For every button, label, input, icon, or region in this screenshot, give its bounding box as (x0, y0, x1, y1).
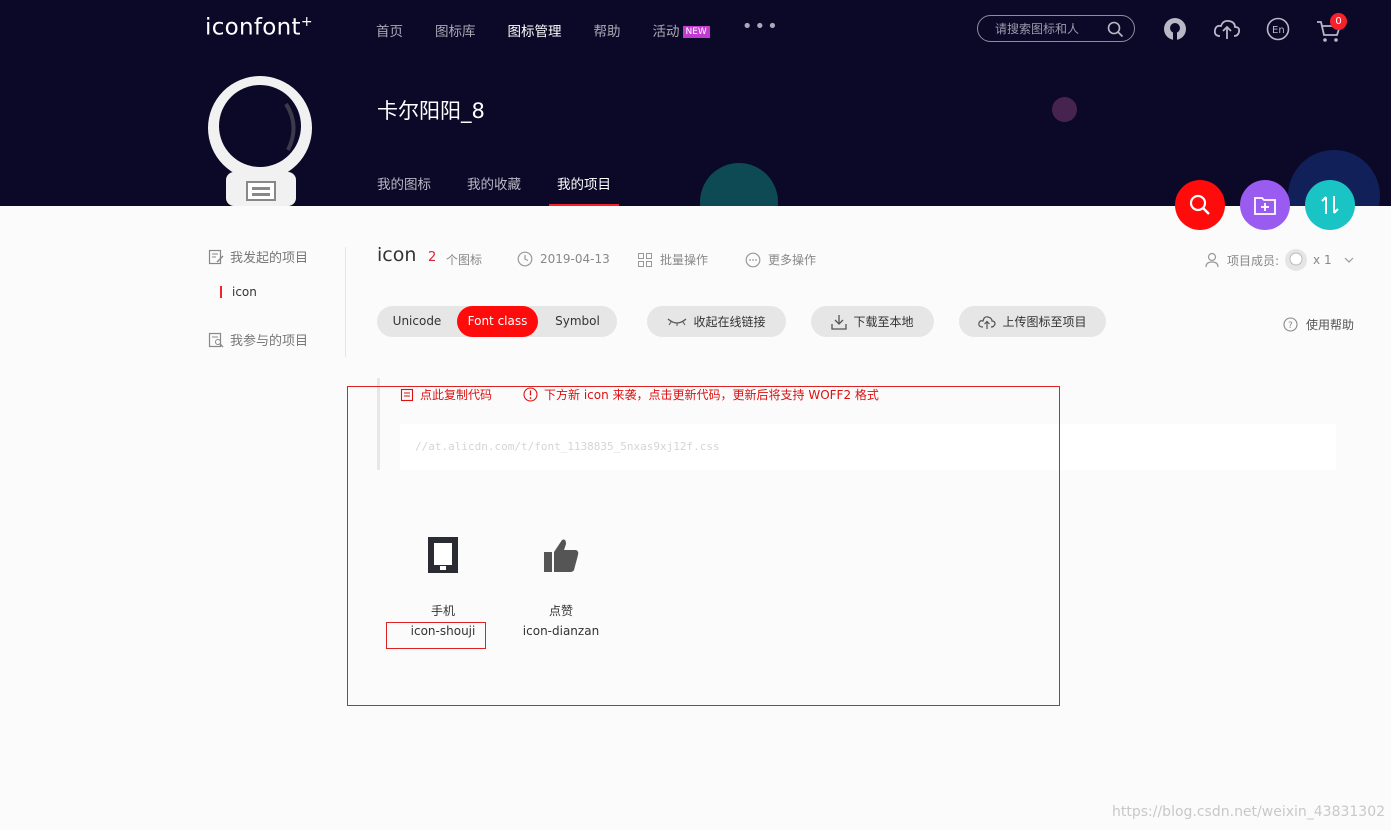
nav-item-activity[interactable]: 活动 NEW (653, 20, 710, 40)
nav-item-home[interactable]: 首页 (376, 20, 403, 40)
download-icon (831, 314, 848, 330)
sort-arrows-icon (1321, 196, 1339, 214)
member-avatar (1285, 249, 1308, 271)
cart-count-badge: 0 (1330, 13, 1347, 30)
clock-icon (517, 251, 533, 267)
username: 卡尔阳阳_8 (377, 99, 485, 123)
project-members[interactable]: 项目成员: x 1 (1205, 249, 1354, 271)
more-operations-button[interactable]: 更多操作 (745, 251, 816, 268)
divider (345, 247, 346, 357)
nav-item-icon-library[interactable]: 图标库 (435, 20, 476, 40)
upload-cloud-icon (978, 315, 997, 329)
avatar[interactable] (208, 76, 314, 206)
search-input[interactable] (993, 21, 1107, 37)
annotation-box (347, 386, 1060, 706)
eye-closed-icon (668, 318, 687, 326)
tab-my-favorites[interactable]: 我的收藏 (467, 173, 521, 193)
svg-text:En: En (1272, 25, 1285, 36)
new-badge: NEW (682, 26, 710, 38)
grid-icon (638, 252, 652, 267)
sort-fab-button[interactable] (1305, 180, 1355, 230)
svg-text:?: ? (1288, 321, 1293, 331)
search-fab-button[interactable] (1175, 180, 1225, 230)
batch-operation-button[interactable]: 批量操作 (637, 251, 708, 268)
add-folder-icon (1254, 197, 1276, 215)
usage-help-link[interactable]: ? 使用帮助 (1283, 316, 1354, 333)
search-icon (1189, 194, 1210, 215)
member-icon (1205, 252, 1219, 268)
project-title: icon (377, 244, 417, 266)
nav-item-icon-management[interactable]: 图标管理 (508, 20, 562, 40)
watermark: https://blog.csdn.net/weixin_43831302 (1112, 804, 1386, 820)
code-mode-switch: Unicode Font class Symbol (377, 306, 617, 337)
upload-to-project-button[interactable]: 上传图标至项目 (959, 306, 1106, 337)
collapse-link-button[interactable]: 收起在线链接 (647, 306, 786, 337)
add-folder-fab-button[interactable] (1240, 180, 1290, 230)
icon-count-label: 个图标 (446, 253, 483, 267)
edit-document-icon (208, 249, 224, 264)
sidebar-heading-created[interactable]: 我发起的项目 (208, 247, 308, 266)
project-date: 2019-04-13 (517, 251, 610, 267)
tab-my-icons[interactable]: 我的图标 (377, 173, 431, 193)
search-box (977, 15, 1135, 42)
tab-my-projects[interactable]: 我的项目 (549, 173, 619, 206)
sidebar-project-icon[interactable]: icon (220, 286, 308, 298)
download-button[interactable]: 下载至本地 (811, 306, 934, 337)
decor-circle (1052, 97, 1077, 122)
chevron-down-icon (1344, 257, 1354, 263)
profile-tabs: 我的图标 我的收藏 我的项目 (377, 173, 647, 206)
project-sidebar: 我发起的项目 icon 我参与的项目 (208, 247, 308, 349)
more-menu-icon[interactable]: ••• (742, 16, 780, 40)
main-nav: 首页 图标库 图标管理 帮助 活动 NEW ••• (376, 16, 780, 40)
icon-count: 2 (428, 250, 437, 265)
search-icon[interactable] (1107, 21, 1124, 38)
annotation-box (386, 622, 486, 649)
github-icon[interactable] (1163, 17, 1187, 41)
sidebar-heading-joined[interactable]: 我参与的项目 (208, 330, 308, 349)
upload-cloud-icon[interactable] (1213, 17, 1241, 41)
question-icon: ? (1283, 317, 1298, 332)
decor-circle (700, 163, 778, 206)
logo[interactable]: iconfont+ (205, 14, 313, 41)
mode-unicode-tab[interactable]: Unicode (377, 306, 457, 337)
mode-symbol-tab[interactable]: Symbol (538, 306, 617, 337)
profile-header: iconfont+ 首页 图标库 图标管理 帮助 活动NEW ••• En 0 … (0, 0, 1391, 206)
nav-item-help[interactable]: 帮助 (594, 20, 621, 40)
more-dots-icon (745, 252, 761, 267)
language-en-icon[interactable]: En (1266, 17, 1290, 41)
search-document-icon (208, 332, 224, 347)
mode-font-class-tab[interactable]: Font class (457, 306, 538, 337)
